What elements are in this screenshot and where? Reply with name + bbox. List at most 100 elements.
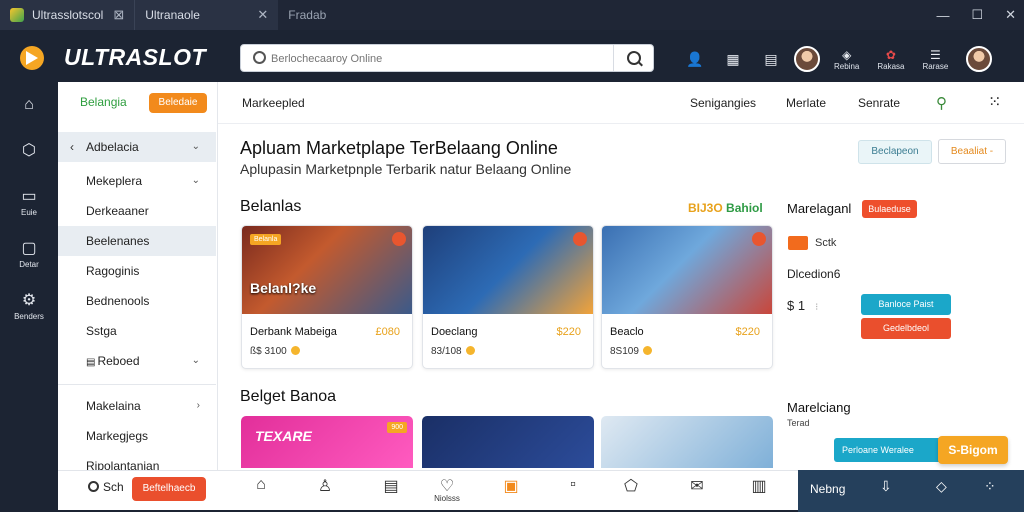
chevron-down-icon[interactable]: › <box>197 391 200 421</box>
bottom-search[interactable]: Sch <box>88 480 124 494</box>
apps-grid-icon[interactable]: ⁙ <box>988 92 1002 112</box>
rail-item-benders[interactable]: ⚙ Benders <box>0 290 58 321</box>
close-tab-1-icon[interactable]: ⊠ <box>113 7 124 23</box>
rail-item-detar[interactable]: ▢ Detar <box>0 238 58 269</box>
rail-item-euie[interactable]: ▭ Euie <box>0 186 58 217</box>
right-action-bar-label: Perloane Weralee <box>834 438 954 462</box>
topnav-link[interactable]: Senigangies <box>690 96 756 110</box>
bottom-primary-button[interactable]: Beftelhaecb <box>132 477 206 501</box>
browser-tab-3[interactable]: Fradab <box>278 0 336 30</box>
bag-icon[interactable]: ♙ <box>310 476 340 496</box>
hero-button-primary[interactable]: Beclapeon <box>858 140 932 164</box>
promo-card[interactable]: TEXARE 900 <box>241 416 413 468</box>
center-nav-item[interactable]: ♡ Niolsss <box>432 476 462 503</box>
chevron-down-icon[interactable]: ⌄ <box>192 346 200 376</box>
promo-tag: 900 <box>387 422 407 433</box>
tag-icon <box>788 236 808 250</box>
sidebar-item[interactable]: Mekeplera ⌄ <box>58 166 216 196</box>
sidebar-item[interactable]: Ragoginis <box>58 256 216 286</box>
sidebar-item[interactable]: Makelaina › <box>58 391 216 421</box>
chevron-down-icon[interactable]: ⌄ <box>192 132 200 162</box>
sidebar-item-active[interactable]: Beelenanes <box>58 226 216 256</box>
chevron-down-icon[interactable]: ⌄ <box>192 166 200 196</box>
topnav-left-link[interactable]: Markeepled <box>242 96 305 110</box>
product-image <box>423 226 593 314</box>
list-icon[interactable]: ▤ <box>376 476 406 496</box>
section-see-all-link[interactable]: BIJ3O Bahiol <box>688 201 763 215</box>
close-tab-2-icon[interactable]: ✕ <box>257 7 268 23</box>
close-window-icon[interactable]: ✕ <box>1005 7 1016 23</box>
product-card[interactable]: Beaclo $220 8S109 <box>601 225 773 369</box>
home-icon[interactable]: ⌂ <box>246 476 276 494</box>
card-title: Doeclang <box>431 326 478 338</box>
product-card[interactable]: Belanla Belanl?ke Derbank Mabeiga £080 ß… <box>241 225 413 369</box>
product-image: Belanla Belanl?ke <box>242 226 412 314</box>
sidebar-list: ‹ Adbelacia ⌄ Mekeplera ⌄ Derkeaaner Beel… <box>58 132 216 481</box>
header-item-1[interactable]: ◈ Rebina <box>834 48 859 71</box>
right-subtitle-2: Terad <box>787 418 810 428</box>
hero-button-secondary[interactable]: Beaaliat - <box>938 139 1006 164</box>
favorite-icon[interactable] <box>573 232 587 246</box>
sidebar-item[interactable]: Bednenools <box>58 286 216 316</box>
rail-box[interactable]: ⬡ <box>0 140 58 160</box>
tab-belangia[interactable]: Belangia <box>80 95 127 109</box>
promo-card[interactable] <box>422 416 594 468</box>
user-icon[interactable]: 👤 <box>680 51 710 68</box>
location-icon: ◈ <box>842 47 852 62</box>
cart-icon[interactable]: ▣ <box>496 476 526 496</box>
square-icon[interactable]: ▫ <box>558 476 588 494</box>
more-icon[interactable]: ⁘ <box>984 478 996 495</box>
page-title: Apluam Marketplape TerBelaang Online <box>240 138 558 158</box>
bottom-dark-label[interactable]: Nebng <box>810 482 845 496</box>
rail-home[interactable]: ⌂ <box>0 96 58 114</box>
card-subprice: 83/108 <box>431 346 475 357</box>
search-input[interactable] <box>271 49 611 69</box>
topnav-link[interactable]: Senrate <box>858 96 900 110</box>
sidebar-item[interactable]: Derkeaaner <box>58 196 216 226</box>
minimize-icon[interactable]: — <box>936 8 949 23</box>
avatar[interactable] <box>794 46 820 72</box>
search-field-icon <box>253 51 266 64</box>
deals-icon[interactable]: ▦ <box>718 51 748 68</box>
calendar-icon[interactable]: ▥ <box>744 476 774 496</box>
diamond-icon[interactable]: ◇ <box>936 478 947 495</box>
product-image <box>602 226 772 314</box>
promo-card-text: TEXARE <box>255 428 312 444</box>
right-secondary-button[interactable]: Gedelbdeol <box>861 318 951 339</box>
search-button[interactable] <box>613 45 653 71</box>
download-icon[interactable]: ⇩ <box>880 478 892 495</box>
header-item-3[interactable]: ☰ Rarase <box>922 48 948 71</box>
sidebar-item[interactable]: ▤ Reboed ⌄ <box>58 346 216 376</box>
pentagon-icon[interactable]: ⬠ <box>616 476 646 496</box>
search-bar <box>240 44 654 72</box>
floating-action-button[interactable]: S-Bigom <box>938 436 1008 464</box>
gift-icon: ✿ <box>885 47 896 62</box>
promo-card[interactable] <box>601 416 773 468</box>
sidebar-right-tag[interactable]: Bulaeduse <box>862 200 917 218</box>
maximize-icon[interactable]: ☐ <box>971 7 983 23</box>
card-price: $220 <box>735 326 760 338</box>
chevron-left-icon[interactable]: ‹ <box>70 132 74 162</box>
clipboard-icon[interactable]: ▤ <box>756 51 786 68</box>
notification-icon[interactable]: ⚲ <box>936 94 947 112</box>
sidebar-header[interactable]: ‹ Adbelacia ⌄ <box>58 132 216 162</box>
app-favicon-icon <box>10 8 24 22</box>
product-card[interactable]: Doeclang $220 83/108 <box>422 225 594 369</box>
mail-icon[interactable]: ✉ <box>682 476 712 496</box>
sidebar-item[interactable]: Sstga <box>58 316 216 346</box>
right-primary-button[interactable]: Banloce Paist <box>861 294 951 315</box>
favorite-icon[interactable] <box>392 232 406 246</box>
header-item-2[interactable]: ✿ Rakasa <box>877 48 904 71</box>
tab-beledaie[interactable]: Beledaie <box>149 93 207 113</box>
sidebar-item[interactable]: Markegjegs <box>58 421 216 451</box>
right-price: $ 1 ⁝ <box>787 298 819 313</box>
brand-logo[interactable]: ULTRASLOT <box>64 44 206 71</box>
home-icon: ⌂ <box>24 96 34 113</box>
browser-tab-2[interactable]: Ultranaole ✕ <box>134 0 279 30</box>
profile-avatar[interactable] <box>966 46 993 72</box>
favorite-icon[interactable] <box>752 232 766 246</box>
logo-play-icon <box>20 46 44 70</box>
card-title: Beaclo <box>610 326 644 338</box>
topnav-link[interactable]: Merlate <box>786 96 826 110</box>
browser-tab-1[interactable]: Ultrasslotscol ⊠ <box>0 0 135 30</box>
